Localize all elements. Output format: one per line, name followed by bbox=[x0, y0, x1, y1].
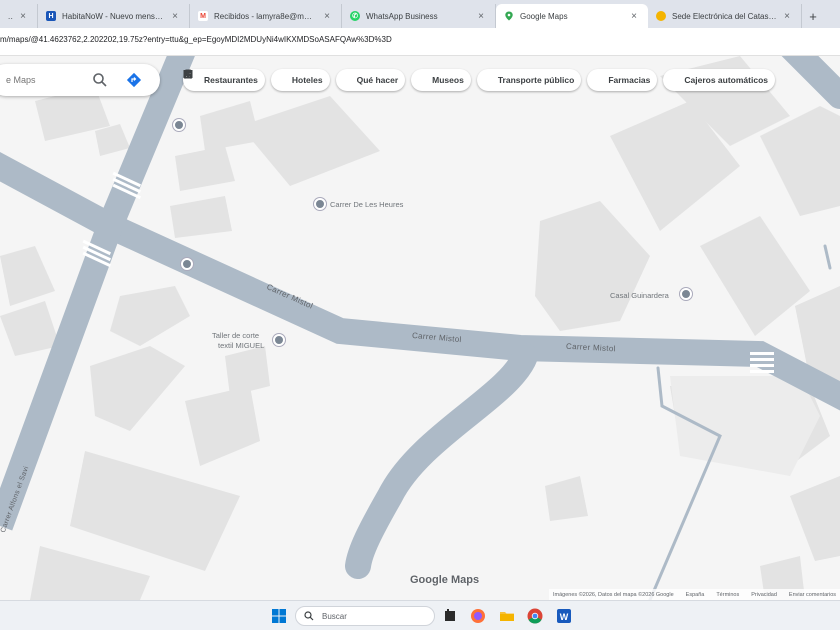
place-pin-icon[interactable] bbox=[680, 288, 692, 300]
tab-title: Google Maps bbox=[520, 11, 568, 21]
map-search-box[interactable] bbox=[0, 64, 160, 96]
atm-icon bbox=[184, 72, 680, 85]
folder-icon[interactable] bbox=[498, 607, 516, 625]
transit-stop-icon[interactable] bbox=[181, 258, 193, 270]
directions-icon[interactable] bbox=[126, 72, 142, 88]
chip-museos[interactable]: Museos bbox=[184, 69, 471, 91]
tab-partial[interactable]: ...uy × bbox=[0, 4, 38, 28]
windows-start-icon[interactable] bbox=[270, 607, 288, 625]
search-icon bbox=[304, 611, 314, 621]
chip-hoteles[interactable]: Hoteles bbox=[184, 69, 330, 91]
chip-label: Farmacias bbox=[608, 75, 651, 85]
place-label-taller[interactable]: Taller de corte bbox=[212, 331, 259, 340]
tab-title: Recibidos - lamyra8e@mmuh bbox=[214, 11, 317, 21]
chip-restaurantes[interactable]: Restaurantes bbox=[183, 69, 265, 91]
tab-catastro[interactable]: Sede Electrónica del Catastro × bbox=[648, 4, 802, 28]
place-pin-icon[interactable] bbox=[273, 334, 285, 346]
search-icon[interactable] bbox=[92, 72, 108, 88]
museum-icon bbox=[184, 70, 428, 85]
map-base-layer bbox=[0, 56, 840, 600]
tab-title: WhatsApp Business bbox=[366, 11, 438, 21]
footer-terms-link[interactable]: Términos bbox=[716, 592, 739, 598]
whatsapp-icon: ✆ bbox=[350, 11, 360, 21]
habitanow-icon: H bbox=[46, 11, 56, 21]
chip-que-hacer[interactable]: Qué hacer bbox=[183, 69, 406, 91]
chip-cajeros-automaticos[interactable]: Cajeros automáticos bbox=[184, 69, 776, 91]
url-text[interactable]: m/maps/@41.4623762,2.202202,19.75z?entry… bbox=[0, 35, 392, 44]
chip-label: Qué hacer bbox=[356, 75, 399, 85]
windows-taskbar: Buscar W bbox=[0, 600, 840, 630]
taskbar-search-label: Buscar bbox=[322, 611, 347, 621]
chip-label: Museos bbox=[432, 75, 464, 85]
chip-label: Transporte público bbox=[497, 75, 575, 85]
tab-whatsapp[interactable]: ✆ WhatsApp Business × bbox=[342, 4, 496, 28]
close-icon[interactable]: × bbox=[781, 11, 793, 22]
chip-label: Cajeros automáticos bbox=[684, 75, 769, 85]
close-icon[interactable]: × bbox=[475, 11, 487, 22]
tab-habitanow[interactable]: H HabitaNoW - Nuevo mensaje × bbox=[38, 4, 190, 28]
chip-farmacias[interactable]: Farmacias bbox=[183, 69, 658, 91]
place-label-casal[interactable]: Casal Guinardera bbox=[610, 291, 669, 300]
footer-privacy-link[interactable]: Privacidad bbox=[751, 592, 777, 598]
map-footer: Imágenes ©2026, Datos del mapa ©2026 Goo… bbox=[549, 589, 840, 600]
close-icon[interactable]: × bbox=[321, 11, 333, 22]
pharmacy-icon bbox=[183, 70, 604, 85]
transit-stop-icon[interactable] bbox=[173, 119, 185, 131]
place-pin-icon[interactable] bbox=[314, 198, 326, 210]
close-icon[interactable]: × bbox=[17, 11, 29, 22]
footer-feedback-link[interactable]: Enviar comentarios bbox=[789, 592, 836, 598]
tab-gmail[interactable]: M Recibidos - lamyra8e@mmuh × bbox=[190, 4, 342, 28]
bed-icon bbox=[184, 72, 288, 85]
gmail-icon: M bbox=[198, 11, 208, 21]
firefox-icon[interactable] bbox=[469, 607, 487, 625]
chip-label: Hoteles bbox=[291, 75, 323, 85]
chip-transporte-publico[interactable]: Transporte público bbox=[184, 69, 582, 91]
transit-icon bbox=[184, 69, 494, 85]
taskbar-search[interactable]: Buscar bbox=[295, 606, 435, 626]
tab-google-maps[interactable]: Google Maps × bbox=[496, 4, 648, 28]
search-input[interactable] bbox=[6, 75, 96, 85]
chrome-icon[interactable] bbox=[526, 607, 544, 625]
place-label-heures[interactable]: Carrer De Les Heures bbox=[330, 200, 403, 209]
category-chips: Restaurantes Hoteles Qué hacer Museos Tr… bbox=[183, 69, 776, 91]
footer-attribution: Imágenes ©2026, Datos del mapa ©2026 Goo… bbox=[553, 591, 674, 598]
place-label-taller-line2[interactable]: textil MIGUEL bbox=[218, 341, 264, 350]
browser-tab-bar: ...uy × H HabitaNoW - Nuevo mensaje × M … bbox=[0, 0, 840, 28]
word-icon[interactable]: W bbox=[555, 607, 573, 625]
maps-pin-icon bbox=[504, 11, 514, 21]
tab-title: ...uy bbox=[8, 11, 13, 21]
file-explorer-icon[interactable] bbox=[441, 607, 459, 625]
tab-title: Sede Electrónica del Catastro bbox=[672, 11, 777, 21]
address-bar[interactable]: m/maps/@41.4623762,2.202202,19.75z?entry… bbox=[0, 28, 840, 56]
close-icon[interactable]: × bbox=[169, 11, 181, 22]
close-icon[interactable]: × bbox=[628, 11, 640, 22]
google-maps-logo: Google Maps bbox=[410, 574, 480, 586]
camera-icon bbox=[183, 71, 353, 85]
new-tab-button[interactable]: + bbox=[802, 4, 824, 28]
footer-country[interactable]: España bbox=[686, 592, 705, 598]
chip-label: Restaurantes bbox=[204, 75, 258, 85]
svg-text:W: W bbox=[560, 612, 569, 622]
catastro-icon bbox=[656, 11, 666, 21]
tab-title: HabitaNoW - Nuevo mensaje bbox=[62, 11, 165, 21]
map-canvas[interactable]: Restaurantes Hoteles Qué hacer Museos Tr… bbox=[0, 56, 840, 600]
